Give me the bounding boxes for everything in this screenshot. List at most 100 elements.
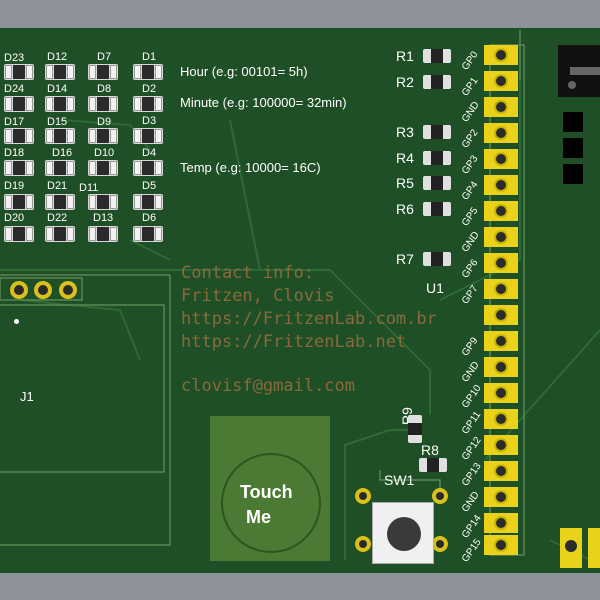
led xyxy=(4,160,34,176)
contact-name: Fritzen, Clovis xyxy=(181,286,335,306)
pin-pad xyxy=(484,149,518,169)
background-bottom xyxy=(0,573,600,600)
pin-pad xyxy=(484,409,518,429)
pin-pad xyxy=(484,97,518,117)
led xyxy=(4,64,34,80)
led-label: D9 xyxy=(97,116,112,128)
resistor xyxy=(423,202,451,216)
resistor-label: R4 xyxy=(396,150,414,166)
pin1-marker xyxy=(14,319,19,324)
led xyxy=(88,64,118,80)
led xyxy=(133,96,163,112)
header-pin xyxy=(10,281,28,299)
pin-pad xyxy=(484,71,518,91)
contact-info-heading: Contact info: xyxy=(181,263,315,283)
pin-pad xyxy=(484,357,518,377)
led-label: D6 xyxy=(142,212,157,224)
led-label: D17 xyxy=(4,116,25,128)
led xyxy=(45,194,75,210)
sw1-label: SW1 xyxy=(384,472,415,488)
led xyxy=(4,96,34,112)
usb-connector xyxy=(558,45,600,97)
led xyxy=(88,96,118,112)
pin-pad xyxy=(484,227,518,247)
pin-pad xyxy=(484,383,518,403)
resistor xyxy=(423,176,451,190)
led xyxy=(88,128,118,144)
contact-url-2: https://FritzenLab.net xyxy=(181,332,407,352)
resistor-label: R5 xyxy=(396,175,414,191)
led-label: D24 xyxy=(4,83,25,95)
contact-url-1: https://FritzenLab.com.br xyxy=(181,309,437,329)
led-label: D22 xyxy=(47,212,68,224)
hour-info-text: Hour (e.g: 00101= 5h) xyxy=(180,64,308,79)
header-pin xyxy=(34,281,52,299)
led-label: D7 xyxy=(97,51,112,63)
push-button-switch[interactable] xyxy=(372,502,434,564)
test-pad xyxy=(563,164,583,184)
pin-pad xyxy=(484,305,518,325)
switch-pin xyxy=(355,536,371,552)
resistor xyxy=(423,49,451,63)
pin-pad xyxy=(484,123,518,143)
led-label: D10 xyxy=(94,147,115,159)
led-label: D3 xyxy=(142,115,157,127)
led xyxy=(45,160,75,176)
led xyxy=(45,96,75,112)
resistor-label: R2 xyxy=(396,74,414,90)
led xyxy=(133,226,163,242)
test-pad xyxy=(563,112,583,132)
touch-sensor-ring[interactable] xyxy=(221,453,321,553)
touch-label-line2: Me xyxy=(246,507,272,527)
resistor-label: R1 xyxy=(396,48,414,64)
resistor xyxy=(423,252,451,266)
led xyxy=(133,160,163,176)
j1-label: J1 xyxy=(20,389,34,404)
led-label: D20 xyxy=(4,212,25,224)
resistor-label: R7 xyxy=(396,251,414,267)
led-label: D2 xyxy=(142,83,157,95)
led-label: D4 xyxy=(142,147,157,159)
contact-email: clovisf@gmail.com xyxy=(181,376,355,396)
resistor xyxy=(419,458,447,472)
debug-pad xyxy=(560,528,582,568)
switch-cap[interactable] xyxy=(387,517,421,551)
pin-pad xyxy=(484,279,518,299)
led-label: D8 xyxy=(97,83,112,95)
led xyxy=(88,160,118,176)
pin-pad xyxy=(484,201,518,221)
led-label: D1 xyxy=(142,51,157,63)
led xyxy=(4,128,34,144)
pin-pad xyxy=(484,435,518,455)
switch-pin xyxy=(432,536,448,552)
minute-info-text: Minute (e.g: 100000= 32min) xyxy=(180,95,347,110)
pin-pad xyxy=(484,461,518,481)
resistor-label: R6 xyxy=(396,201,414,217)
led xyxy=(4,226,34,242)
led-label: D15 xyxy=(47,116,68,128)
debug-pad xyxy=(588,528,600,568)
background-top xyxy=(0,0,600,28)
led xyxy=(133,128,163,144)
header-pin xyxy=(59,281,77,299)
u1-label: U1 xyxy=(426,280,444,296)
led xyxy=(133,64,163,80)
test-pad xyxy=(563,138,583,158)
led-label: D14 xyxy=(47,83,68,95)
led-label: D18 xyxy=(4,147,25,159)
temp-info-text: Temp (e.g: 10000= 16C) xyxy=(180,160,321,175)
led-label: D13 xyxy=(93,212,114,224)
led-label: D23 xyxy=(4,52,25,64)
resistor-label: R3 xyxy=(396,124,414,140)
resistor xyxy=(408,415,422,443)
pin-pad xyxy=(484,175,518,195)
led xyxy=(133,194,163,210)
pin-pad xyxy=(484,331,518,351)
led-label: D11 xyxy=(79,182,99,194)
led-label: D19 xyxy=(4,180,25,192)
led xyxy=(88,194,118,210)
switch-pin xyxy=(355,488,371,504)
resistor xyxy=(423,151,451,165)
pin-pad xyxy=(484,253,518,273)
resistor xyxy=(423,75,451,89)
